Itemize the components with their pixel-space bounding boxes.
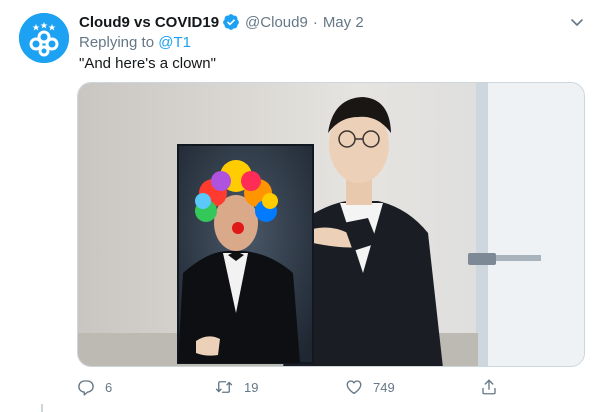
chevron-down-icon [571, 19, 583, 26]
reply-count: 6 [105, 379, 113, 395]
cloud9-logo-icon [19, 13, 69, 63]
tweet-header: Cloud9 vs COVID19 @Cloud9 · May 2 [79, 12, 364, 32]
author-handle[interactable]: @Cloud9 [245, 14, 308, 31]
tweet-actions: 6 19 749 [77, 372, 507, 402]
replying-to-mention[interactable]: @T1 [158, 34, 191, 51]
tweet-media-image[interactable] [77, 82, 585, 367]
reply-button[interactable]: 6 [77, 372, 112, 402]
more-options-button[interactable] [566, 12, 588, 32]
tweet-date[interactable]: May 2 [323, 14, 364, 31]
retweet-count: 19 [244, 379, 259, 395]
reply-icon [78, 380, 94, 396]
retweet-button[interactable]: 19 [214, 372, 258, 402]
tweet-text: "And here's a clown" [79, 55, 216, 72]
share-icon [482, 379, 496, 395]
verified-badge-icon [223, 14, 239, 30]
avatar[interactable] [19, 13, 69, 63]
share-button[interactable] [480, 372, 498, 402]
replying-to: Replying to @T1 [79, 34, 191, 51]
tweet[interactable]: Cloud9 vs COVID19 @Cloud9 · May 2 Replyi… [0, 0, 599, 412]
like-button[interactable]: 749 [345, 372, 395, 402]
photo-clown-portrait [78, 83, 584, 366]
heart-icon [346, 380, 362, 395]
retweet-icon [215, 381, 233, 393]
separator-dot: · [312, 13, 318, 31]
author-name[interactable]: Cloud9 vs COVID19 [79, 14, 219, 31]
replying-to-label: Replying to [79, 34, 155, 51]
like-count: 749 [373, 379, 395, 395]
thread-line [41, 404, 43, 412]
